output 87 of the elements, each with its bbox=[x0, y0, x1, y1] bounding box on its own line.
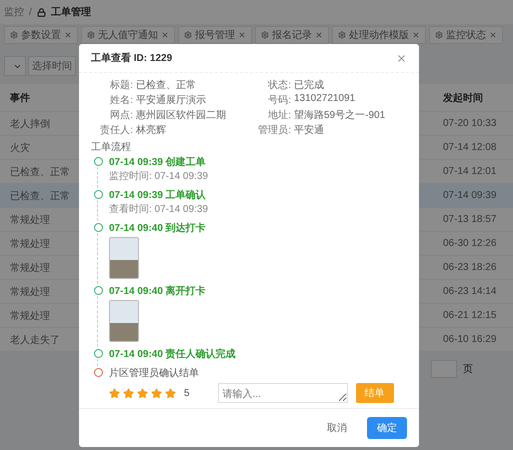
time-field[interactable]: 选择时间 bbox=[28, 56, 76, 76]
select-field[interactable] bbox=[4, 56, 26, 76]
detail-value: 林亮辉 bbox=[136, 124, 167, 137]
table-cell-text: 老人摔倒 bbox=[9, 118, 51, 130]
star-rating[interactable] bbox=[109, 388, 176, 398]
close-icon[interactable] bbox=[161, 31, 169, 39]
table-cell-text: 常规处理 bbox=[9, 262, 51, 274]
dialog-title: 工单查看 ID: 1229 bbox=[91, 52, 172, 65]
table-cell-text: 06-23 18:26 bbox=[442, 262, 498, 273]
breadcrumb-current: 工单管理 bbox=[50, 6, 91, 19]
star-icon[interactable] bbox=[151, 388, 162, 398]
table-cell-text: 07-14 12:01 bbox=[442, 166, 498, 177]
table-cell-text: 火灾 bbox=[9, 142, 31, 154]
detail-label: 状态: bbox=[267, 78, 291, 92]
table-cell-text: 07-13 18:57 bbox=[442, 214, 498, 225]
close-icon[interactable] bbox=[64, 31, 72, 39]
detail-value: 平安通 bbox=[294, 124, 325, 137]
table-cell-text: 07-20 10:33 bbox=[442, 118, 498, 129]
detail-label: 网点: bbox=[109, 108, 133, 122]
star-icon[interactable] bbox=[109, 388, 120, 398]
table-cell-text: 已检查、正常 bbox=[9, 166, 71, 178]
comment-field[interactable]: 请输入... bbox=[218, 383, 348, 403]
detail-value: 望海路59号之一-901 bbox=[294, 108, 386, 122]
close-icon[interactable] bbox=[238, 31, 246, 39]
table-cell-text: 06-21 12:15 bbox=[442, 310, 498, 321]
detail-label: 管理员: bbox=[257, 124, 291, 137]
timeline-title: 07-14 09:40 责任人确认完成 bbox=[109, 347, 236, 361]
star-icon[interactable] bbox=[123, 388, 134, 398]
table-cell-text: 老人走失了 bbox=[9, 334, 61, 346]
table-cell-text: 06-23 14:14 bbox=[442, 286, 498, 297]
ok-button[interactable]: 确定 bbox=[367, 417, 407, 439]
detail-label: 地址: bbox=[267, 108, 291, 122]
lock-icon bbox=[36, 8, 46, 16]
detail-label: 标题: bbox=[109, 78, 133, 92]
gear-icon bbox=[435, 31, 443, 39]
close-icon[interactable] bbox=[396, 52, 407, 64]
table-cell-text: 06-30 12:26 bbox=[442, 238, 498, 249]
table-cell-text: 07-14 12:08 bbox=[442, 142, 498, 153]
section-label: 工单流程 bbox=[91, 140, 132, 154]
page-tab[interactable]: 处理动作模版 bbox=[332, 26, 426, 44]
photo-placeholder[interactable] bbox=[109, 237, 139, 279]
gear-icon bbox=[184, 31, 192, 39]
timeline-title: 07-14 09:40 离开打卡 bbox=[109, 284, 206, 298]
breadcrumb-link[interactable]: 监控 bbox=[4, 5, 24, 19]
timeline-title: 片区管理员确认结单 bbox=[109, 366, 199, 380]
gear-icon bbox=[338, 31, 346, 39]
timeline-title: 07-14 09:39 工单确认 bbox=[109, 188, 206, 202]
page-tab[interactable]: 监控状态 bbox=[429, 26, 503, 44]
page-tab[interactable]: 无人值守通知 bbox=[81, 26, 175, 44]
close-icon[interactable] bbox=[489, 31, 497, 39]
gear-icon bbox=[87, 31, 95, 39]
column-header: 发起时间 bbox=[442, 92, 484, 104]
table-cell-text: 06-10 16:29 bbox=[442, 334, 498, 345]
table-cell-text: 常规处理 bbox=[9, 238, 51, 250]
rating-value: 5 bbox=[184, 388, 190, 398]
page-tab[interactable]: 报号管理 bbox=[178, 26, 252, 44]
gear-icon bbox=[10, 31, 18, 39]
gear-icon bbox=[261, 31, 269, 39]
page-tab[interactable]: 报名记录 bbox=[255, 26, 329, 44]
photo-placeholder[interactable] bbox=[109, 300, 139, 342]
timeline-title: 07-14 09:39 创建工单 bbox=[109, 156, 206, 169]
breadcrumb-separator: / bbox=[29, 6, 32, 18]
detail-value: 13102721091 bbox=[294, 93, 356, 106]
detail-value: 已检查、正常 bbox=[136, 78, 197, 92]
detail-label: 责任人: bbox=[99, 124, 133, 137]
cancel-button[interactable]: 取消 bbox=[317, 417, 357, 439]
close-order-button[interactable]: 结单 bbox=[356, 383, 394, 403]
star-icon[interactable] bbox=[137, 388, 148, 398]
close-icon[interactable] bbox=[412, 31, 420, 39]
detail-label: 姓名: bbox=[109, 94, 133, 107]
timeline-time: 监控时间: 07-14 09:39 bbox=[109, 170, 208, 183]
detail-value: 平安通展厅演示 bbox=[136, 94, 207, 107]
table-cell-text: 常规处理 bbox=[9, 286, 51, 298]
detail-label: 号码: bbox=[267, 94, 291, 107]
timeline-title: 07-14 09:40 到达打卡 bbox=[109, 222, 206, 235]
table-cell-text: 常规处理 bbox=[9, 310, 51, 322]
table-cell-text: 常规处理 bbox=[9, 214, 51, 226]
column-header: 事件 bbox=[9, 92, 31, 104]
page-unit: 页 bbox=[463, 363, 473, 376]
detail-value: 已完成 bbox=[294, 78, 325, 92]
detail-value: 惠州园区软件园二期 bbox=[136, 108, 227, 122]
star-icon[interactable] bbox=[165, 388, 176, 398]
page-tab[interactable]: 参数设置 bbox=[4, 26, 78, 44]
timeline-time: 查看时间: 07-14 09:39 bbox=[109, 202, 208, 216]
close-icon[interactable] bbox=[315, 31, 323, 39]
table-cell-text: 已检查、正常 bbox=[9, 190, 71, 202]
table-cell-text: 07-14 09:39 bbox=[442, 190, 498, 201]
